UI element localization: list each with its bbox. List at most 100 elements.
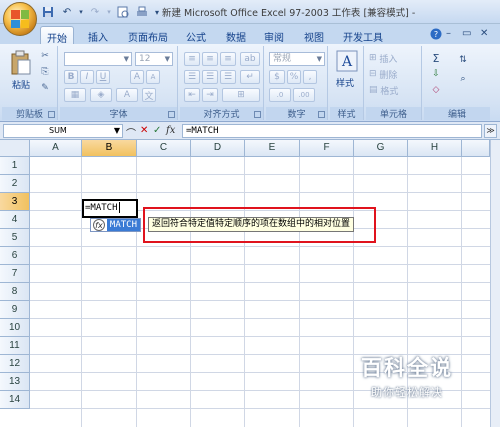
- help-icon[interactable]: ?: [430, 28, 442, 43]
- row-header-7[interactable]: 7: [0, 265, 30, 283]
- column-header-partial[interactable]: [462, 140, 490, 157]
- select-all-corner[interactable]: [0, 140, 30, 157]
- row-header-13[interactable]: 13: [0, 373, 30, 391]
- align-right-icon[interactable]: ☰: [220, 70, 236, 84]
- currency-icon[interactable]: $: [269, 70, 285, 84]
- function-autocomplete[interactable]: fx MATCH: [90, 218, 141, 232]
- insert-cells-button[interactable]: ⊞ 插入: [369, 51, 419, 65]
- enter-icon[interactable]: ✓: [153, 125, 161, 137]
- font-size-combo[interactable]: 12 ▼: [135, 52, 173, 66]
- row-header-5[interactable]: 5: [0, 229, 30, 247]
- column-header-g[interactable]: G: [354, 140, 408, 157]
- grow-font-button[interactable]: A: [130, 70, 144, 84]
- column-header-a[interactable]: A: [30, 140, 82, 157]
- column-header-c[interactable]: C: [137, 140, 191, 157]
- cut-icon[interactable]: ✂: [38, 50, 52, 62]
- redo-icon[interactable]: ↷: [87, 4, 103, 20]
- row-header-4[interactable]: 4: [0, 211, 30, 229]
- tab-page-layout[interactable]: 页面布局: [122, 26, 174, 44]
- undo-icon[interactable]: ↶: [59, 4, 75, 20]
- bold-button[interactable]: B: [64, 70, 78, 84]
- row-header-3[interactable]: 3: [0, 193, 30, 211]
- tab-review[interactable]: 审阅: [258, 26, 290, 44]
- active-cell-b3[interactable]: =MATCH: [82, 199, 138, 218]
- number-launcher-icon[interactable]: [318, 111, 325, 118]
- decrease-decimal-icon[interactable]: .00: [293, 88, 315, 102]
- copy-icon[interactable]: ⎘: [38, 66, 52, 78]
- styles-icon[interactable]: A: [336, 50, 358, 75]
- column-header-h[interactable]: H: [408, 140, 462, 157]
- expand-formula-bar-icon[interactable]: ≫: [484, 124, 497, 138]
- sort-filter-icon[interactable]: ⇅: [452, 51, 474, 69]
- column-header-b[interactable]: B: [82, 140, 137, 157]
- fill-icon[interactable]: ⇩: [427, 67, 445, 81]
- formula-input[interactable]: =MATCH: [182, 124, 482, 138]
- tab-formulas[interactable]: 公式: [180, 26, 212, 44]
- borders-icon[interactable]: ▦: [64, 88, 86, 102]
- increase-indent-icon[interactable]: ⇥: [202, 88, 218, 102]
- phonetic-icon[interactable]: 文: [142, 88, 156, 102]
- row-header-9[interactable]: 9: [0, 301, 30, 319]
- increase-decimal-icon[interactable]: .0: [269, 88, 291, 102]
- restore-icon[interactable]: ▭: [462, 28, 471, 39]
- alignment-launcher-icon[interactable]: [254, 111, 261, 118]
- tab-home[interactable]: 开始: [40, 26, 74, 45]
- comma-button[interactable]: ,: [303, 70, 317, 84]
- paste-icon[interactable]: [10, 50, 32, 79]
- office-button[interactable]: [3, 2, 37, 36]
- name-box[interactable]: SUM ▼: [3, 124, 123, 138]
- save-icon[interactable]: [40, 4, 56, 20]
- clear-icon[interactable]: ◇: [427, 83, 445, 97]
- customize-qat-icon[interactable]: ▾: [153, 4, 161, 20]
- decrease-indent-icon[interactable]: ⇤: [184, 88, 200, 102]
- undo-dropdown-icon[interactable]: ▾: [78, 4, 84, 20]
- close-icon[interactable]: ✕: [480, 28, 488, 39]
- insert-function-button[interactable]: fx: [166, 125, 175, 137]
- autocomplete-item-match[interactable]: MATCH: [106, 219, 140, 231]
- fill-color-icon[interactable]: ◈: [90, 88, 112, 102]
- shrink-font-button[interactable]: A: [146, 70, 160, 84]
- tab-data[interactable]: 数据: [220, 26, 252, 44]
- column-header-e[interactable]: E: [245, 140, 300, 157]
- styles-button-label[interactable]: 样式: [336, 76, 354, 89]
- align-center-icon[interactable]: ☰: [202, 70, 218, 84]
- orientation-icon[interactable]: ab: [240, 52, 260, 66]
- align-left-icon[interactable]: ☰: [184, 70, 200, 84]
- autosum-button[interactable]: Σ: [427, 51, 445, 65]
- column-header-d[interactable]: D: [191, 140, 245, 157]
- paste-label[interactable]: 粘贴: [12, 78, 30, 91]
- vertical-scrollbar[interactable]: [490, 140, 500, 427]
- minimize-icon[interactable]: –: [446, 28, 451, 39]
- font-name-combo[interactable]: ▼: [64, 52, 132, 66]
- cancel-icon[interactable]: ✕: [140, 125, 148, 137]
- row-header-6[interactable]: 6: [0, 247, 30, 265]
- row-header-2[interactable]: 2: [0, 175, 30, 193]
- row-header-12[interactable]: 12: [0, 355, 30, 373]
- font-launcher-icon[interactable]: [168, 111, 175, 118]
- percent-button[interactable]: %: [287, 70, 301, 84]
- merge-center-icon[interactable]: ⊞: [222, 88, 260, 102]
- align-bottom-icon[interactable]: ≡: [220, 52, 236, 66]
- tab-insert[interactable]: 插入: [82, 26, 114, 44]
- tab-view[interactable]: 视图: [298, 26, 330, 44]
- row-header-10[interactable]: 10: [0, 319, 30, 337]
- underline-button[interactable]: U: [96, 70, 110, 84]
- delete-cells-button[interactable]: ⊟ 删除: [369, 67, 419, 81]
- row-header-11[interactable]: 11: [0, 337, 30, 355]
- tab-developer[interactable]: 开发工具: [337, 26, 389, 44]
- row-header-8[interactable]: 8: [0, 283, 30, 301]
- format-painter-icon[interactable]: ✎: [38, 82, 52, 94]
- format-cells-button[interactable]: ▤ 格式: [369, 83, 419, 97]
- clipboard-launcher-icon[interactable]: [48, 111, 55, 118]
- column-header-f[interactable]: F: [300, 140, 354, 157]
- print-preview-icon[interactable]: [115, 4, 131, 20]
- font-color-button[interactable]: A: [116, 88, 138, 102]
- italic-button[interactable]: I: [80, 70, 94, 84]
- wrap-text-icon[interactable]: ↵: [240, 70, 260, 84]
- align-middle-icon[interactable]: ≡: [202, 52, 218, 66]
- row-header-1[interactable]: 1: [0, 157, 30, 175]
- align-top-icon[interactable]: ≡: [184, 52, 200, 66]
- number-format-combo[interactable]: 常规 ▼: [269, 52, 325, 66]
- row-header-14[interactable]: 14: [0, 391, 30, 409]
- find-select-icon[interactable]: ⌕: [452, 70, 474, 88]
